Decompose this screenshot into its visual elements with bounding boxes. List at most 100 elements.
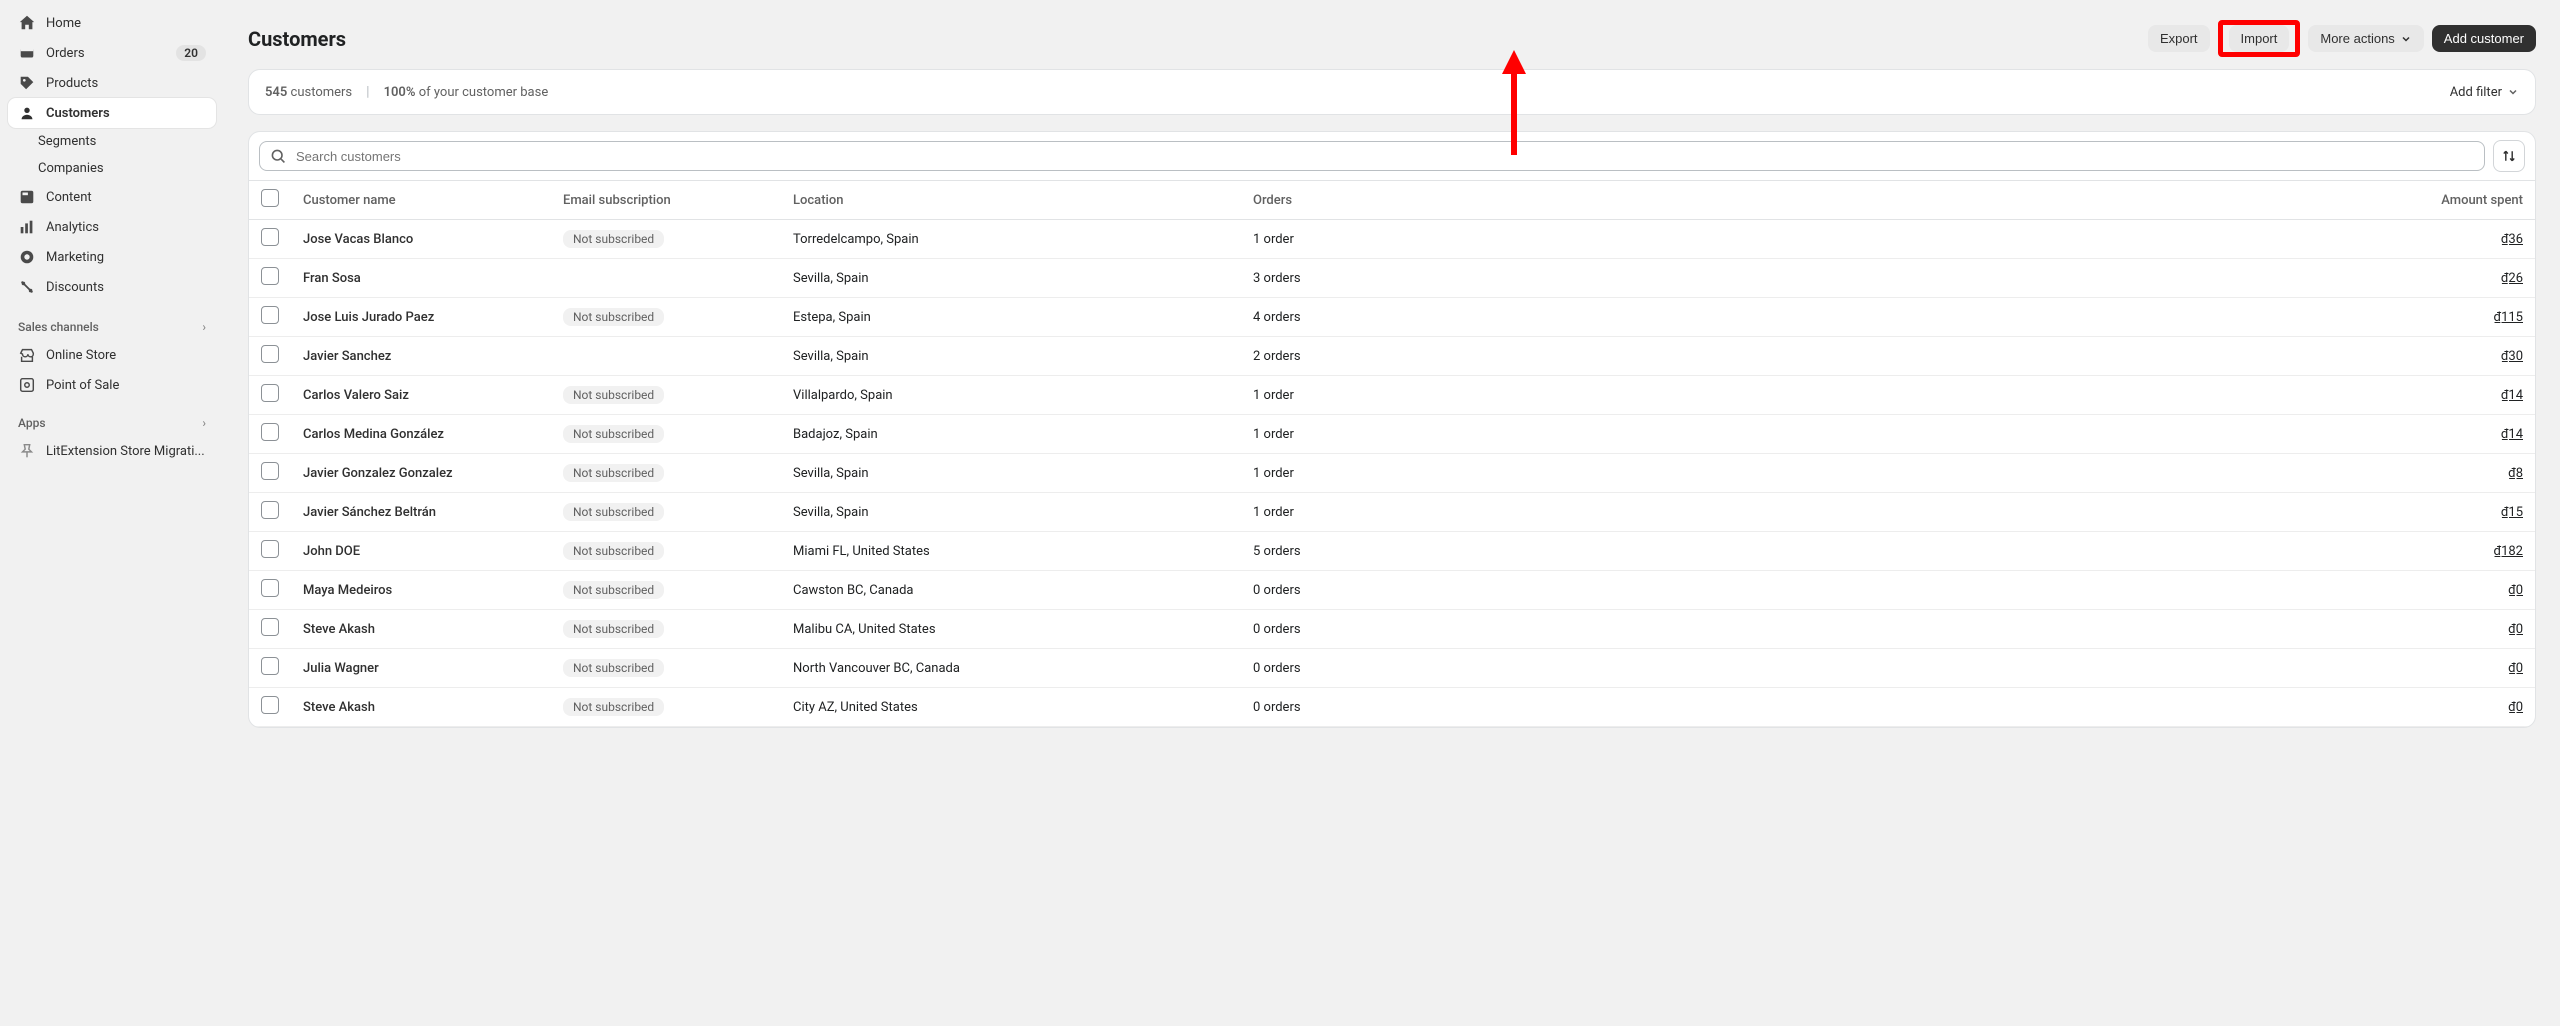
customer-name-link[interactable]: Jose Vacas Blanco xyxy=(303,232,413,247)
subscription-pill: Not subscribed xyxy=(563,464,664,482)
subscription-pill: Not subscribed xyxy=(563,425,664,443)
customer-name-link[interactable]: Carlos Medina González xyxy=(303,427,444,442)
amount-cell: ₫0 xyxy=(1461,688,2535,727)
nav-label: Analytics xyxy=(46,220,99,235)
nav-litextension[interactable]: LitExtension Store Migrati... xyxy=(8,436,216,466)
customer-name-link[interactable]: Maya Medeiros xyxy=(303,583,392,598)
row-checkbox[interactable] xyxy=(261,540,279,558)
row-checkbox[interactable] xyxy=(261,696,279,714)
nav-label: Customers xyxy=(46,106,110,121)
nav-companies[interactable]: Companies xyxy=(8,155,216,182)
customer-name-link[interactable]: Javier Sánchez Beltrán xyxy=(303,505,436,520)
nav-online-store[interactable]: Online Store xyxy=(8,340,216,370)
table-row[interactable]: Jose Luis Jurado PaezNot subscribedEstep… xyxy=(249,298,2535,337)
th-amount[interactable]: Amount spent xyxy=(1461,181,2535,220)
th-subscription[interactable]: Email subscription xyxy=(551,181,781,220)
th-orders[interactable]: Orders xyxy=(1241,181,1461,220)
row-checkbox[interactable] xyxy=(261,384,279,402)
nav-products[interactable]: Products xyxy=(8,68,216,98)
orders-cell: 1 order xyxy=(1241,454,1461,493)
apps-header[interactable]: Apps › xyxy=(8,410,216,436)
location-cell: North Vancouver BC, Canada xyxy=(781,649,1241,688)
export-button[interactable]: Export xyxy=(2148,25,2210,52)
amount-cell: ₫14 xyxy=(1461,415,2535,454)
nav-content[interactable]: Content xyxy=(8,182,216,212)
row-checkbox[interactable] xyxy=(261,657,279,675)
nav-discounts[interactable]: Discounts xyxy=(8,272,216,302)
row-checkbox[interactable] xyxy=(261,267,279,285)
customer-table-card: Customer name Email subscription Locatio… xyxy=(248,131,2536,728)
table-row[interactable]: Maya MedeirosNot subscribedCawston BC, C… xyxy=(249,571,2535,610)
customer-name-link[interactable]: Steve Akash xyxy=(303,622,375,637)
table-row[interactable]: Steve AkashNot subscribedMalibu CA, Unit… xyxy=(249,610,2535,649)
customer-name-link[interactable]: Javier Gonzalez Gonzalez xyxy=(303,466,453,481)
table-row[interactable]: Steve Akash Not subscribed City AZ, United… xyxy=(249,688,2535,727)
orders-cell: 1 order xyxy=(1241,493,1461,532)
customer-name-link[interactable]: Javier Sanchez xyxy=(303,349,391,364)
row-checkbox[interactable] xyxy=(261,462,279,480)
customer-name-link[interactable]: Julia Wagner xyxy=(303,661,379,676)
nav-label: Orders xyxy=(46,46,85,61)
table-row[interactable]: Carlos Valero SaizNot subscribedVillalpa… xyxy=(249,376,2535,415)
subscription-pill: Not subscribed xyxy=(563,308,664,326)
page-header: Customers Export Import More actions Add… xyxy=(248,20,2536,57)
add-customer-button[interactable]: Add customer xyxy=(2432,25,2536,52)
row-checkbox[interactable] xyxy=(261,306,279,324)
customer-name-link[interactable]: Carlos Valero Saiz xyxy=(303,388,409,403)
orders-cell: 2 orders xyxy=(1241,337,1461,376)
amount-cell: ₫30 xyxy=(1461,337,2535,376)
table-row[interactable]: Jose Vacas BlancoNot subscribedTorredelc… xyxy=(249,220,2535,259)
nav-home[interactable]: Home xyxy=(8,8,216,38)
subscription-pill: Not subscribed xyxy=(563,620,664,638)
nav-customers[interactable]: Customers xyxy=(8,98,216,128)
nav-pos[interactable]: Point of Sale xyxy=(8,370,216,400)
search-input-wrapper[interactable] xyxy=(259,141,2485,171)
th-name[interactable]: Customer name xyxy=(291,181,551,220)
orders-cell: 0 orders xyxy=(1241,571,1461,610)
customer-name-link[interactable]: Jose Luis Jurado Paez xyxy=(303,310,434,325)
row-checkbox[interactable] xyxy=(261,579,279,597)
row-checkbox[interactable] xyxy=(261,618,279,636)
chevron-down-icon xyxy=(2400,33,2412,45)
orders-icon xyxy=(18,44,36,62)
amount-cell: ₫15 xyxy=(1461,493,2535,532)
nav-analytics[interactable]: Analytics xyxy=(8,212,216,242)
row-checkbox[interactable] xyxy=(261,228,279,246)
amount-cell: ₫0 xyxy=(1461,571,2535,610)
separator: | xyxy=(366,84,369,100)
th-location[interactable]: Location xyxy=(781,181,1241,220)
import-button[interactable]: Import xyxy=(2229,25,2290,52)
table-row[interactable]: Javier SanchezSevilla, Spain2 orders₫30 xyxy=(249,337,2535,376)
select-all-checkbox[interactable] xyxy=(261,189,279,207)
search-input[interactable] xyxy=(296,149,2474,164)
more-actions-button[interactable]: More actions xyxy=(2308,25,2423,52)
row-checkbox[interactable] xyxy=(261,345,279,363)
location-cell: Sevilla, Spain xyxy=(781,454,1241,493)
customer-name-link[interactable]: Steve Akash xyxy=(303,700,375,715)
customer-name-link[interactable]: Fran Sosa xyxy=(303,271,361,286)
nav-segments[interactable]: Segments xyxy=(8,128,216,155)
nav-label: Content xyxy=(46,190,92,205)
table-row[interactable]: Javier Gonzalez Gonzalez Not subscribed Se… xyxy=(249,454,2535,493)
amount-cell: ₫36 xyxy=(1461,220,2535,259)
table-row[interactable]: Fran SosaSevilla, Spain3 orders₫26 xyxy=(249,259,2535,298)
table-row[interactable]: Javier Sánchez BeltránNot subscribedSevi… xyxy=(249,493,2535,532)
sales-channels-header[interactable]: Sales channels › xyxy=(8,314,216,340)
sort-button[interactable] xyxy=(2493,140,2525,172)
location-cell: City AZ, United States xyxy=(781,688,1241,727)
nav-marketing[interactable]: Marketing xyxy=(8,242,216,272)
add-filter-button[interactable]: Add filter xyxy=(2450,85,2519,100)
subscription-pill: Not subscribed xyxy=(563,386,664,404)
subscription-pill: Not subscribed xyxy=(563,698,664,716)
nav-orders[interactable]: Orders 20 xyxy=(8,38,216,68)
table-row[interactable]: John DOENot subscribedMiami FL, United S… xyxy=(249,532,2535,571)
table-row[interactable]: Carlos Medina GonzálezNot subscribedBada… xyxy=(249,415,2535,454)
table-row[interactable]: Julia WagnerNot subscribedNorth Vancouve… xyxy=(249,649,2535,688)
location-cell: Torredelcampo, Spain xyxy=(781,220,1241,259)
search-row xyxy=(249,132,2535,181)
customer-count: 545 customers xyxy=(265,85,352,100)
customer-name-link[interactable]: John DOE xyxy=(303,544,360,559)
row-checkbox[interactable] xyxy=(261,423,279,441)
row-checkbox[interactable] xyxy=(261,501,279,519)
content-icon xyxy=(18,188,36,206)
